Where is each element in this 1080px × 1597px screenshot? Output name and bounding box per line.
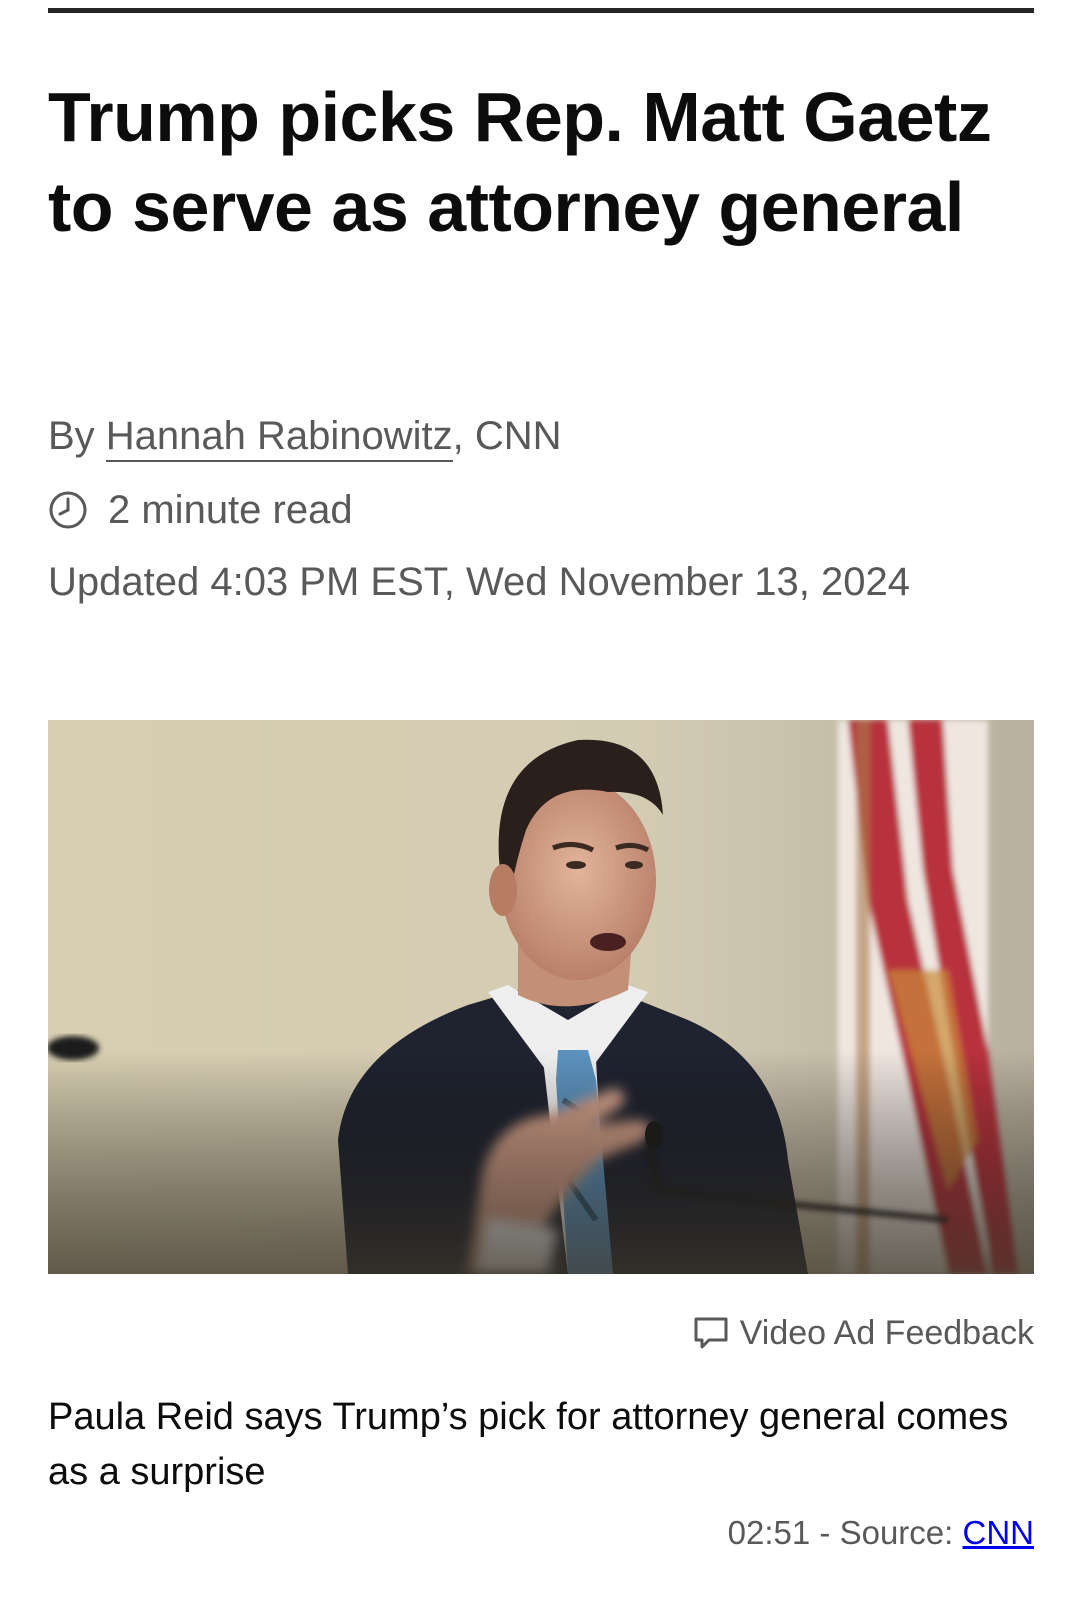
author-link[interactable]: Hannah Rabinowitz	[105, 414, 453, 462]
ad-feedback-label: Video Ad Feedback	[739, 1314, 1034, 1352]
top-divider	[48, 8, 1034, 13]
article-headline: Trump picks Rep. Matt Gaetz to serve as …	[48, 78, 992, 246]
source-link[interactable]: CNN	[963, 1514, 1035, 1551]
clock-icon	[48, 490, 88, 530]
video-caption: Paula Reid says Trump’s pick for attorne…	[48, 1396, 1009, 1493]
read-time-label: 2 minute read	[108, 488, 353, 532]
source-prefix: - Source:	[810, 1514, 963, 1551]
read-time: 2 minute read	[48, 486, 353, 534]
byline-outlet: , CNN	[452, 414, 562, 458]
video-thumbnail[interactable]	[48, 720, 1034, 1274]
byline-prefix: By	[48, 414, 106, 458]
video-ad-feedback-button[interactable]: Video Ad Feedback	[692, 1312, 1034, 1354]
byline: By Hannah Rabinowitz, CNN	[48, 412, 562, 462]
updated-timestamp: Updated 4:03 PM EST, Wed November 13, 20…	[48, 560, 910, 604]
video-source-line: 02:51 - Source: CNN	[728, 1512, 1034, 1554]
thumbnail-image	[48, 720, 1034, 1274]
feedback-icon	[692, 1314, 730, 1352]
video-duration: 02:51	[727, 1514, 811, 1551]
